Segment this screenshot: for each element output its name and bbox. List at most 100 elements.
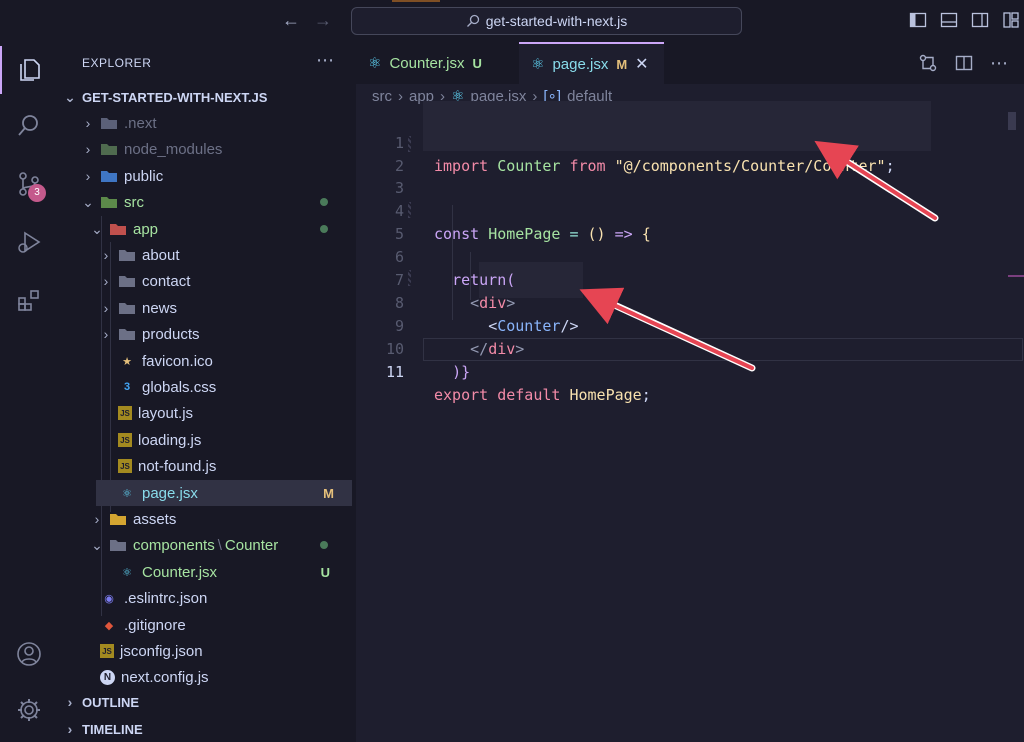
indent-guide [470, 252, 471, 300]
git-change-marker [408, 270, 411, 286]
modified-dot [320, 541, 328, 549]
code-line: 5 [356, 200, 1024, 243]
chevron-down-icon: ⌄ [91, 536, 103, 553]
folder-components-icon [109, 537, 127, 553]
tree-folder-products[interactable]: › products [58, 321, 356, 347]
customize-layout-icon[interactable] [1002, 11, 1020, 29]
navigation-arrows: ← → [282, 9, 332, 31]
code-token: export [434, 386, 489, 404]
run-debug-icon[interactable] [0, 218, 58, 266]
code-token: )} [452, 363, 471, 381]
modified-status: M [616, 56, 628, 72]
tree-folder-node-modules[interactable]: › node_modules [58, 136, 356, 162]
tree-file-not-found[interactable]: JS not-found.js [58, 453, 356, 479]
tree-label: .gitignore [124, 616, 186, 634]
more-actions-icon[interactable]: ⋯ [316, 50, 334, 71]
tree-folder-news[interactable]: › news [58, 295, 356, 321]
code-line: 4 const HomePage = () => { [356, 177, 1024, 243]
tree-label: news [142, 299, 178, 317]
folder-app-icon [109, 221, 127, 237]
eslint-icon: ◉ [104, 592, 114, 605]
tree-file-jsconfig[interactable]: JS jsconfig.json [58, 638, 356, 664]
chevron-right-icon: › [85, 115, 91, 131]
tree-label: node_modules [124, 140, 223, 158]
modified-dot [320, 198, 328, 206]
star-icon: ★ [122, 355, 132, 368]
source-control-icon[interactable]: 3 [0, 160, 58, 208]
tree-folder-components[interactable]: ⌄ components \ Counter [58, 532, 356, 558]
explorer-sidebar: EXPLORER ⋯ ⌄ GET-STARTED-WITH-NEXT.JS › … [58, 42, 356, 742]
search-icon [466, 14, 479, 27]
tree-label: components [133, 536, 215, 554]
toggle-primary-sidebar-icon[interactable] [909, 11, 927, 29]
tree-file-favicon[interactable]: ★ favicon.ico [58, 348, 356, 374]
untracked-status: U [320, 564, 330, 580]
tree-label: about [142, 246, 180, 264]
outline-section[interactable]: › OUTLINE [62, 689, 360, 715]
arrow-left-icon[interactable]: ← [282, 9, 300, 31]
account-icon[interactable] [0, 630, 58, 678]
compare-changes-icon[interactable] [918, 53, 938, 78]
search-icon[interactable] [0, 102, 58, 150]
tree-folder-next[interactable]: › .next [58, 110, 356, 136]
tree-file-gitignore[interactable]: ◆ .gitignore [58, 612, 356, 638]
tree-file-page-jsx[interactable]: ⚛ page.jsx M [96, 480, 352, 506]
toggle-secondary-sidebar-icon[interactable] [971, 11, 989, 29]
files-icon[interactable] [0, 46, 58, 94]
settings-gear-icon[interactable] [0, 686, 58, 734]
tree-label: .eslintrc.json [124, 589, 208, 607]
tree-file-eslintrc[interactable]: ◉ .eslintrc.json [58, 585, 356, 611]
code-token: default [497, 386, 561, 404]
tree-file-loading[interactable]: JS loading.js [58, 427, 356, 453]
tree-folder-about[interactable]: › about [58, 242, 356, 268]
chevron-right-icon: › [398, 87, 403, 105]
folder-icon [118, 326, 136, 342]
tree-label: Counter.jsx [142, 563, 218, 581]
split-editor-icon[interactable] [954, 53, 974, 78]
chevron-right-icon: › [85, 141, 91, 157]
tree-folder-assets[interactable]: › assets [58, 506, 356, 532]
folder-node-icon [100, 141, 118, 157]
command-center-search[interactable]: get-started-with-next.js [351, 7, 742, 35]
tree-folder-src[interactable]: ⌄ src [58, 189, 356, 215]
title-accent [392, 0, 440, 2]
arrow-right-icon[interactable]: → [314, 9, 332, 31]
tab-page-jsx[interactable]: ⚛ page.jsx M ✕ [519, 42, 664, 84]
line-number: 11 [385, 363, 404, 381]
tree-label: src [124, 193, 144, 211]
breadcrumb-item[interactable]: src [372, 88, 392, 105]
tree-file-globals-css[interactable]: 3 globals.css [58, 374, 356, 400]
project-root[interactable]: ⌄ GET-STARTED-WITH-NEXT.JS [62, 84, 360, 110]
toggle-panel-icon[interactable] [940, 11, 958, 29]
code-token: HomePage [569, 386, 642, 404]
tree-file-layout[interactable]: JS layout.js [58, 400, 356, 426]
tree-folder-public[interactable]: › public [58, 163, 356, 189]
untracked-status: U [472, 55, 482, 71]
react-icon: ⚛ [122, 487, 132, 500]
folder-assets-icon [109, 511, 127, 527]
tree-label: app [133, 220, 159, 238]
code-token: ; [641, 386, 651, 404]
extensions-icon[interactable] [0, 276, 58, 324]
chevron-right-icon: › [103, 326, 109, 342]
css-file-icon: 3 [123, 381, 131, 393]
close-icon[interactable]: ✕ [635, 54, 648, 74]
tree-label: jsconfig.json [120, 642, 203, 660]
tree-folder-contact[interactable]: › contact [58, 268, 356, 294]
js-file-icon: JS [118, 406, 132, 420]
scrollbar-marker [1008, 275, 1024, 277]
chevron-right-icon: › [103, 300, 109, 316]
tab-counter-jsx[interactable]: ⚛ Counter.jsx U [356, 42, 516, 84]
layout-controls [909, 11, 1020, 29]
tree-file-next-config[interactable]: N next.config.js [58, 664, 356, 690]
tab-label: Counter.jsx [389, 54, 465, 72]
code-line: 3 [356, 154, 1024, 197]
tree-file-counter-jsx[interactable]: ⚛ Counter.jsx U [58, 559, 356, 585]
folder-icon [118, 247, 136, 263]
chevron-right-icon: › [67, 721, 73, 737]
timeline-section[interactable]: › TIMELINE [62, 716, 360, 742]
chevron-right-icon: › [67, 694, 73, 710]
more-actions-icon[interactable]: ⋯ [990, 53, 1008, 78]
editor-tabs: ⚛ Counter.jsx U ⚛ page.jsx M ✕ ⋯ [356, 42, 1024, 84]
tree-folder-app[interactable]: ⌄ app [58, 216, 356, 242]
